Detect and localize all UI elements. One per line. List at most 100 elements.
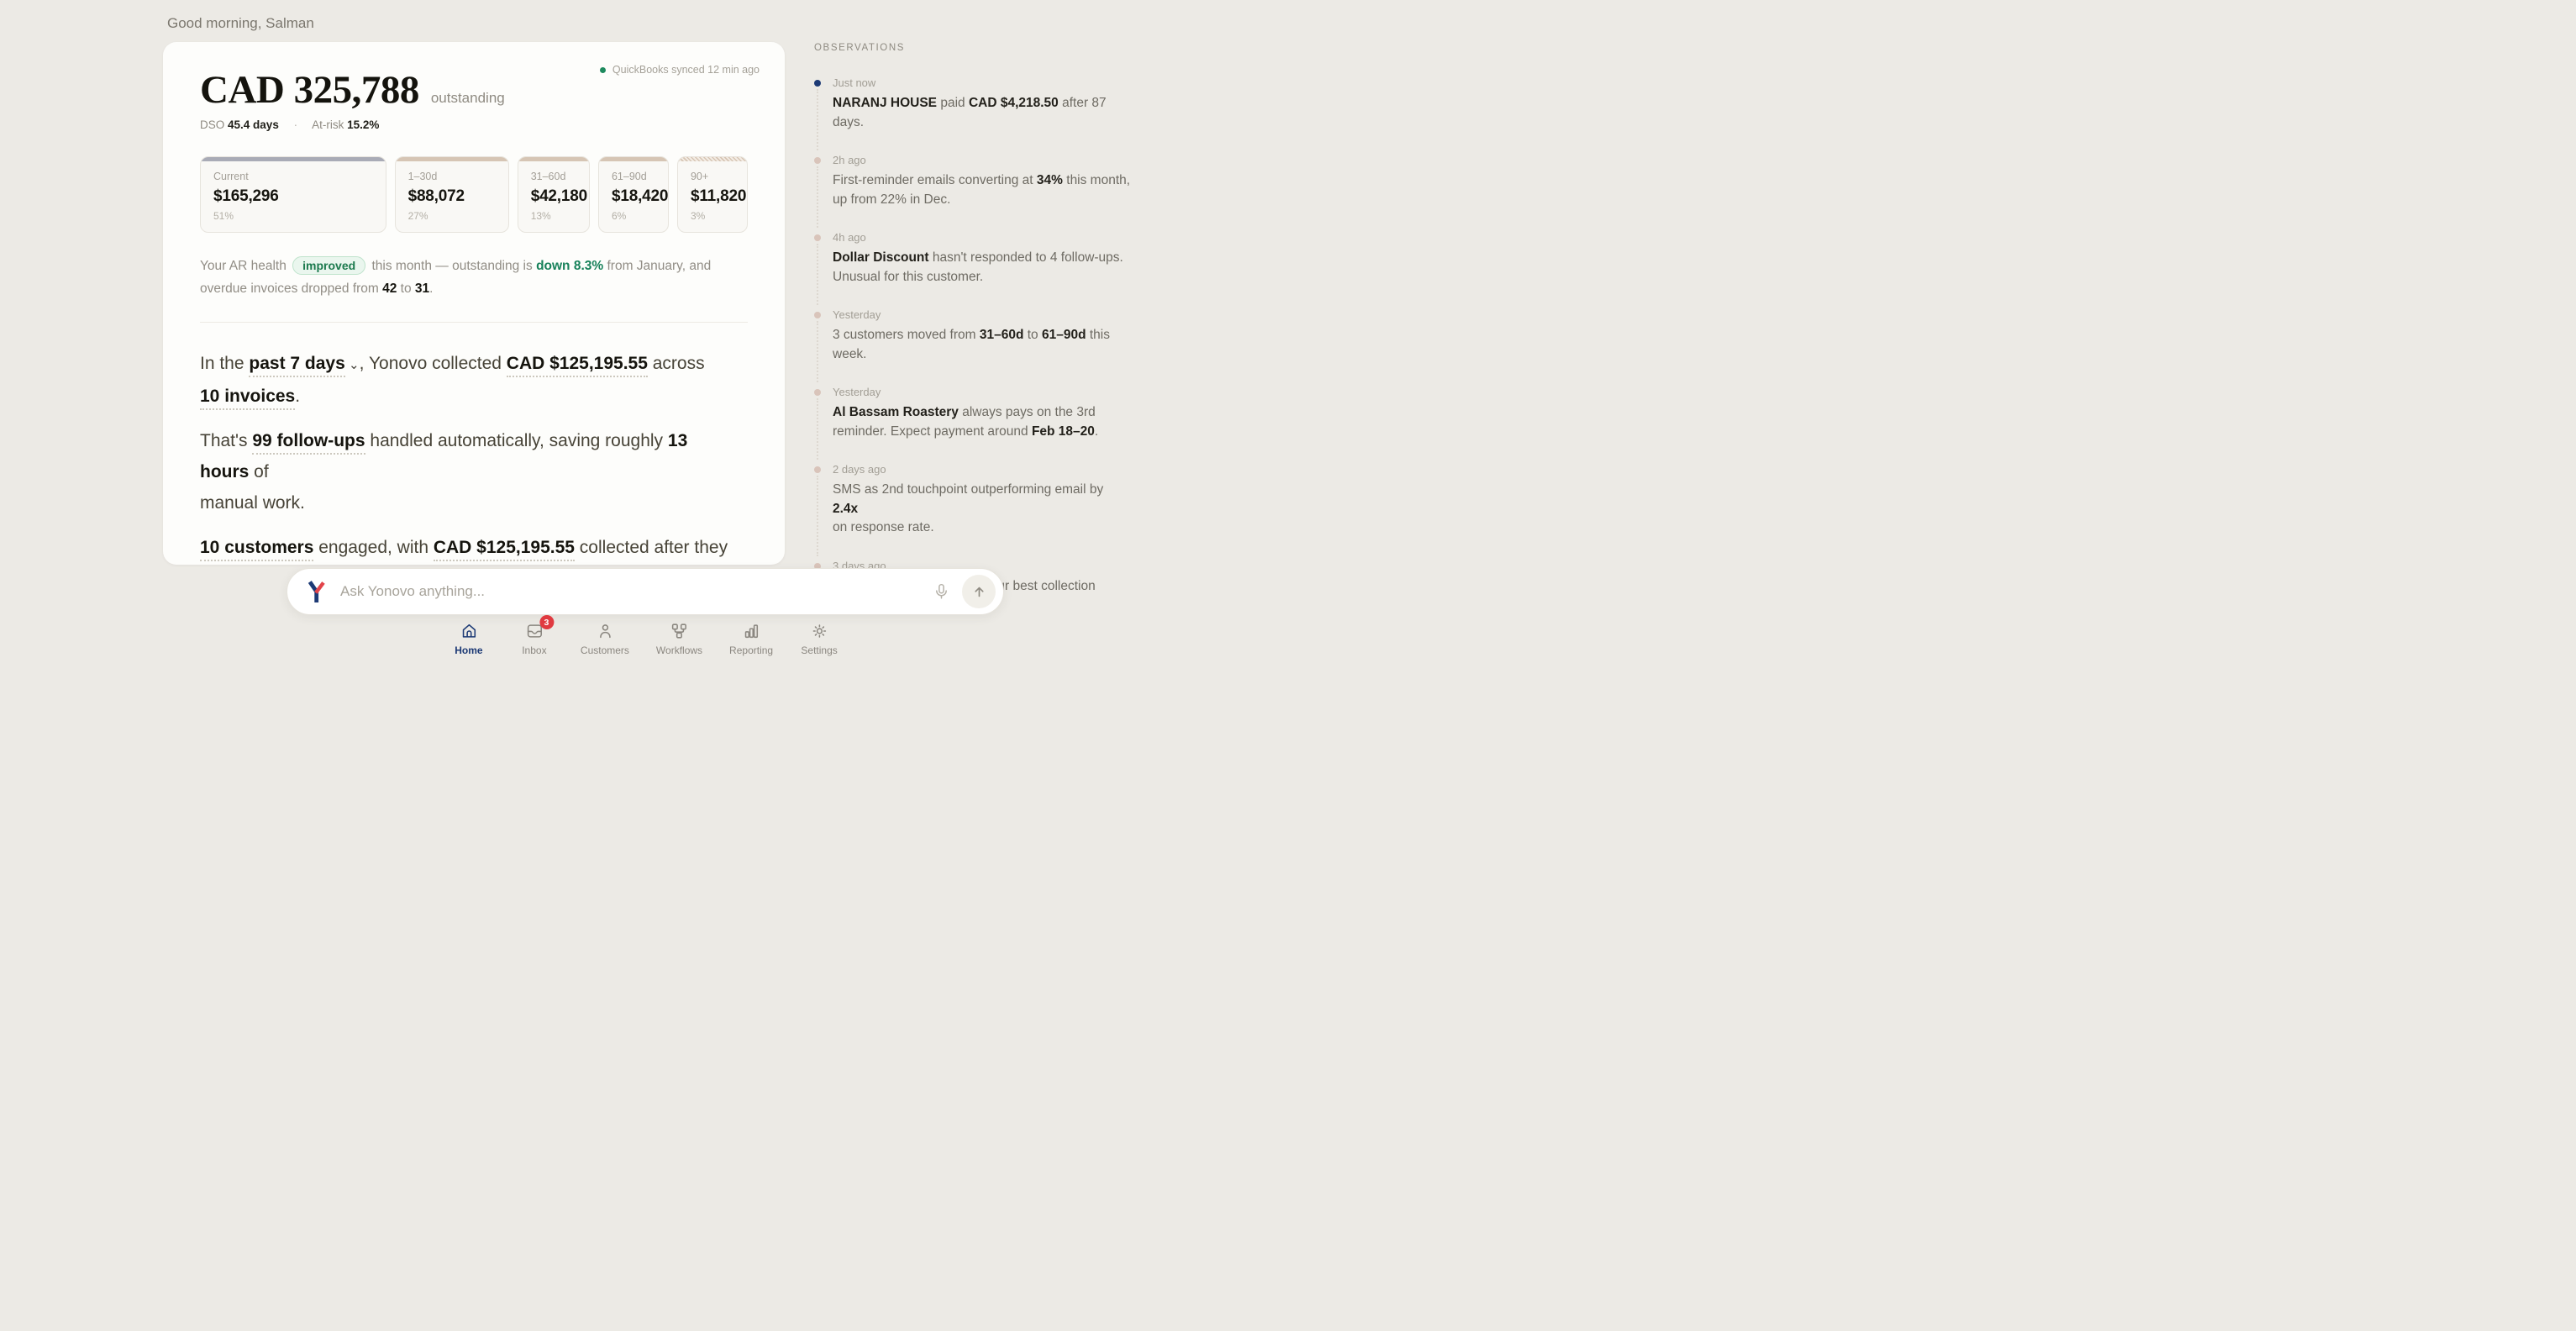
nav-label: Workflows — [656, 644, 702, 656]
observation-entry: 4h ago Dollar Discount hasn't responded … — [814, 231, 1132, 287]
aging-buckets: Current $165,296 51% 1–30d $88,072 27% 3… — [200, 156, 748, 233]
observations-rail: OBSERVATIONS Just now NARANJ HOUSE paid … — [814, 43, 1132, 637]
bucket-amount: $11,820 — [691, 187, 734, 206]
text-segment: on response rate. — [833, 520, 934, 534]
bucket-amount: $165,296 — [213, 187, 373, 206]
observation-text: NARANJ HOUSE paid CAD $4,218.50 after 87… — [833, 96, 1107, 129]
health-status-pill: improved — [292, 256, 365, 275]
observation-time: 2 days ago — [833, 463, 1132, 476]
observation-entry: 2h ago First-reminder emails converting … — [814, 154, 1132, 209]
nav-label: Settings — [801, 644, 837, 656]
mic-button[interactable] — [933, 581, 950, 602]
text-segment: engaged, with — [313, 538, 433, 557]
bottom-nav: Home 3 Inbox Customers Workflows Reporti… — [449, 622, 839, 656]
bucket-accent-bar — [396, 157, 508, 161]
card-divider — [200, 322, 748, 323]
observation-text: 3 customers moved from 31–60d to 61–90d … — [833, 328, 1110, 361]
text-segment: Al Bassam Roastery — [833, 405, 959, 419]
text-segment: . — [1095, 424, 1098, 439]
text-segment: always pays on the 3rd — [959, 405, 1096, 419]
nav-item-reporting[interactable]: Reporting — [729, 622, 773, 656]
nav-label: Home — [455, 644, 482, 656]
bucket-share: 27% — [408, 210, 496, 222]
period-selector[interactable]: past 7 days — [249, 354, 344, 377]
invoices-link[interactable]: 10 invoices — [200, 387, 295, 410]
text-segment: 34% — [1037, 173, 1063, 187]
observations-timeline: Just now NARANJ HOUSE paid CAD $4,218.50… — [814, 76, 1132, 615]
text-segment: That's — [200, 431, 252, 450]
nav-item-inbox[interactable]: 3 Inbox — [515, 622, 554, 656]
text-segment: . — [295, 387, 300, 406]
dso-label: DSO — [200, 118, 224, 131]
statement-collections: In the past 7 days ⌄, Yonovo collected C… — [200, 348, 738, 412]
follow-ups-link[interactable]: 99 follow-ups — [252, 431, 365, 455]
collected-amount-link[interactable]: CAD $125,195.55 — [434, 538, 575, 561]
ask-input[interactable] — [340, 583, 933, 600]
sync-status-text: QuickBooks synced 12 min ago — [612, 64, 760, 76]
timeline-line — [817, 476, 818, 556]
text-segment: to — [1023, 328, 1042, 342]
nav-label: Customers — [581, 644, 629, 656]
timeline-line — [817, 321, 818, 382]
at-risk-label: At-risk — [312, 118, 344, 131]
nav-item-customers[interactable]: Customers — [581, 622, 629, 656]
text-segment: to — [397, 281, 415, 296]
bucket-share: 3% — [691, 210, 734, 222]
nav-item-workflows[interactable]: Workflows — [656, 622, 702, 656]
timeline-line — [817, 398, 818, 460]
bucket-amount: $42,180 — [531, 187, 576, 206]
ar-health-summary: Your AR health improved this month — out… — [200, 255, 748, 300]
reporting-icon — [742, 622, 760, 640]
text-segment: handled automatically, saving roughly — [365, 431, 668, 450]
aging-bucket[interactable]: 90+ $11,820 3% — [677, 156, 748, 233]
text-segment: up from 22% in Dec. — [833, 192, 950, 207]
customers-icon — [596, 622, 614, 640]
text-segment: 31 — [415, 281, 429, 296]
timeline-line — [817, 166, 818, 228]
text-segment: In the — [200, 354, 249, 373]
text-segment: week. — [833, 347, 867, 361]
metric-separator: · — [294, 118, 298, 131]
nav-item-settings[interactable]: Settings — [800, 622, 839, 656]
aging-bucket[interactable]: 1–30d $88,072 27% — [395, 156, 509, 233]
text-segment: 2.4x — [833, 502, 858, 516]
bucket-label: 31–60d — [531, 171, 576, 182]
text-segment: 31–60d — [980, 328, 1024, 342]
nav-item-home[interactable]: Home — [449, 622, 488, 656]
bucket-accent-bar — [518, 157, 589, 161]
aging-bucket[interactable]: Current $165,296 51% — [200, 156, 386, 233]
text-segment: Unusual for this customer. — [833, 270, 983, 284]
bucket-label: Current — [213, 171, 373, 182]
text-segment: Feb 18–20 — [1032, 424, 1095, 439]
aging-bucket[interactable]: 31–60d $42,180 13% — [518, 156, 590, 233]
text-segment: paid — [937, 96, 969, 110]
sync-status: QuickBooks synced 12 min ago — [600, 64, 760, 76]
timeline-dot-icon — [814, 234, 821, 241]
observation-entry: 2 days ago SMS as 2nd touchpoint outperf… — [814, 463, 1132, 538]
text-segment: Dollar Discount — [833, 250, 929, 265]
observation-time: 2h ago — [833, 154, 1132, 166]
statement-follow-ups: That's 99 follow-ups handled automatical… — [200, 425, 738, 518]
text-segment: First-reminder emails converting at — [833, 173, 1037, 187]
aging-bucket[interactable]: 61–90d $18,420 6% — [598, 156, 669, 233]
customers-link[interactable]: 10 customers — [200, 538, 313, 561]
send-button[interactable] — [962, 575, 996, 608]
chevron-down-icon[interactable]: ⌄ — [345, 358, 360, 372]
text-segment: overdue invoices dropped from — [200, 281, 382, 296]
dso-value: 45.4 days — [228, 118, 279, 131]
ask-bar — [287, 568, 1004, 615]
timeline-dot-icon — [814, 466, 821, 473]
yonovo-logo-icon — [306, 580, 327, 604]
bucket-label: 61–90d — [612, 171, 655, 182]
bucket-accent-bar — [599, 157, 668, 161]
text-segment: this month — outstanding is — [368, 259, 536, 273]
inbox-badge: 3 — [539, 615, 554, 629]
observation-text: First-reminder emails converting at 34% … — [833, 173, 1130, 207]
bucket-label: 1–30d — [408, 171, 496, 182]
observation-entry: Yesterday Al Bassam Roastery always pays… — [814, 386, 1132, 441]
text-segment: 42 — [382, 281, 397, 296]
observation-entry: Just now NARANJ HOUSE paid CAD $4,218.50… — [814, 76, 1132, 132]
text-segment: this month, — [1063, 173, 1130, 187]
collected-amount-link[interactable]: CAD $125,195.55 — [507, 354, 648, 377]
bucket-share: 51% — [213, 210, 373, 222]
